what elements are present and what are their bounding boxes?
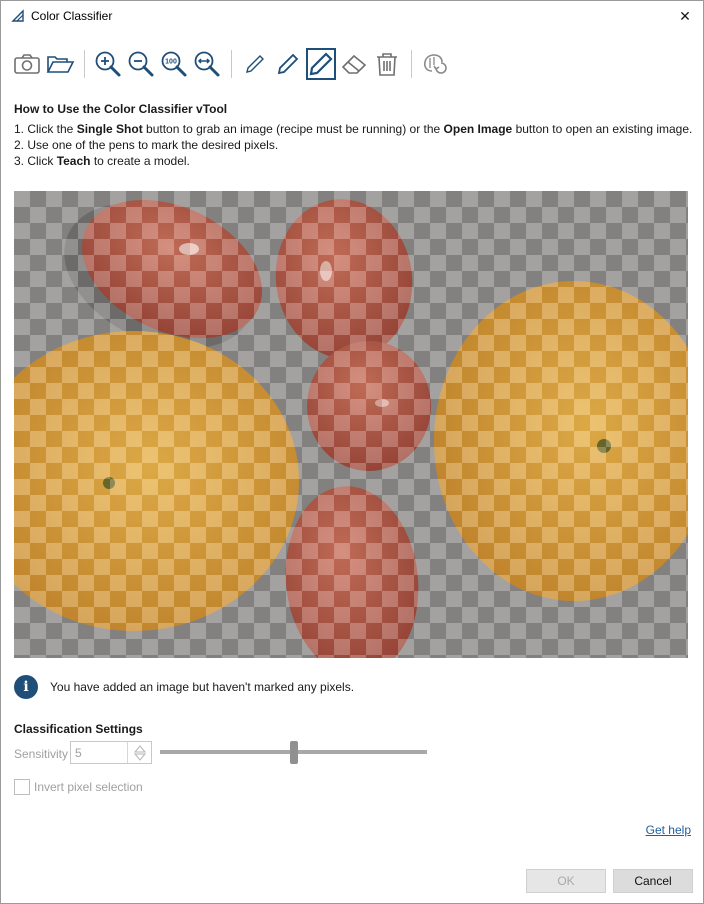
pen-medium-button[interactable] xyxy=(272,47,304,81)
single-shot-button[interactable] xyxy=(11,47,43,81)
sensitivity-label: Sensitivity xyxy=(14,747,69,761)
zoom-in-icon xyxy=(95,51,121,77)
eraser-button[interactable] xyxy=(338,47,370,81)
instruction-step-2: 2. Use one of the pens to mark the desir… xyxy=(14,138,279,152)
sensitivity-value: 5 xyxy=(75,746,82,760)
info-icon: i xyxy=(14,675,38,699)
instructions-title: How to Use the Color Classifier vTool xyxy=(14,102,228,116)
camera-icon xyxy=(14,54,40,74)
sensitivity-slider-thumb[interactable] xyxy=(289,741,298,764)
sensitivity-stepper[interactable] xyxy=(127,742,151,763)
instructions: How to Use the Color Classifier vTool 1.… xyxy=(14,101,694,169)
zoom-100-button[interactable]: 100 xyxy=(158,47,190,81)
close-button[interactable]: ✕ xyxy=(671,3,699,29)
invert-checkbox[interactable] xyxy=(14,779,30,795)
open-image-emphasis: Open Image xyxy=(443,122,513,136)
zoom-out-icon xyxy=(128,51,154,77)
step-1-prefix: 1. Click the xyxy=(14,122,77,136)
fruit-photo xyxy=(14,191,688,658)
instruction-step-1: 1. Click the Single Shot button to grab … xyxy=(14,121,694,137)
toolbar-separator xyxy=(411,50,412,78)
zoom-out-button[interactable] xyxy=(125,47,157,81)
zoom-100-icon: 100 xyxy=(161,51,187,77)
teach-button[interactable] xyxy=(419,47,451,81)
teach-emphasis: Teach xyxy=(56,154,91,168)
single-shot-emphasis: Single Shot xyxy=(76,122,143,136)
open-folder-icon xyxy=(46,56,75,73)
window-title: Color Classifier xyxy=(31,9,113,23)
title-bar: Color Classifier ✕ xyxy=(1,1,703,32)
classification-settings-title: Classification Settings xyxy=(14,722,143,736)
get-help-link[interactable]: Get help xyxy=(646,823,691,837)
open-image-button[interactable] xyxy=(44,47,76,81)
zoom-fit-width-icon xyxy=(194,51,220,77)
pen-thick-button[interactable] xyxy=(305,47,337,81)
cancel-button[interactable]: Cancel xyxy=(613,869,693,893)
color-classifier-window: Color Classifier ✕ 100 How to Use the Co… xyxy=(0,0,704,904)
pen-medium-icon xyxy=(277,53,299,75)
info-text: You have added an image but haven't mark… xyxy=(50,680,355,694)
toolbar-separator xyxy=(84,50,85,78)
close-icon: ✕ xyxy=(679,7,691,24)
step-3-suffix: to create a model. xyxy=(90,154,190,168)
invert-label: Invert pixel selection xyxy=(34,780,143,794)
step-1-middle: button to grab an image (recipe must be … xyxy=(142,122,444,136)
toolbar-separator xyxy=(231,50,232,78)
pen-thin-button[interactable] xyxy=(239,47,271,81)
ok-button[interactable]: OK xyxy=(526,869,606,893)
invert-pixel-selection-option[interactable]: Invert pixel selection xyxy=(14,779,143,795)
step-3-prefix: 3. Click xyxy=(14,154,57,168)
image-canvas[interactable] xyxy=(14,191,688,658)
zoom-100-text: 100 xyxy=(165,59,177,66)
up-down-arrows-icon xyxy=(133,744,146,761)
pen-thin-icon xyxy=(246,55,264,73)
eraser-icon xyxy=(341,54,367,74)
zoom-in-button[interactable] xyxy=(92,47,124,81)
app-logo-icon xyxy=(11,9,24,22)
pen-thick-icon xyxy=(309,52,333,76)
teach-icon xyxy=(423,54,447,74)
trash-icon xyxy=(377,53,397,76)
zoom-fit-button[interactable] xyxy=(191,47,223,81)
instruction-step-3: 3. Click Teach to create a model. xyxy=(14,153,694,169)
toolbar: 100 xyxy=(11,45,452,83)
sensitivity-spinbox[interactable]: 5 xyxy=(70,741,152,764)
clear-all-button[interactable] xyxy=(371,47,403,81)
step-1-suffix: button to open an existing image. xyxy=(512,122,693,136)
info-message: i You have added an image but haven't ma… xyxy=(14,675,354,699)
